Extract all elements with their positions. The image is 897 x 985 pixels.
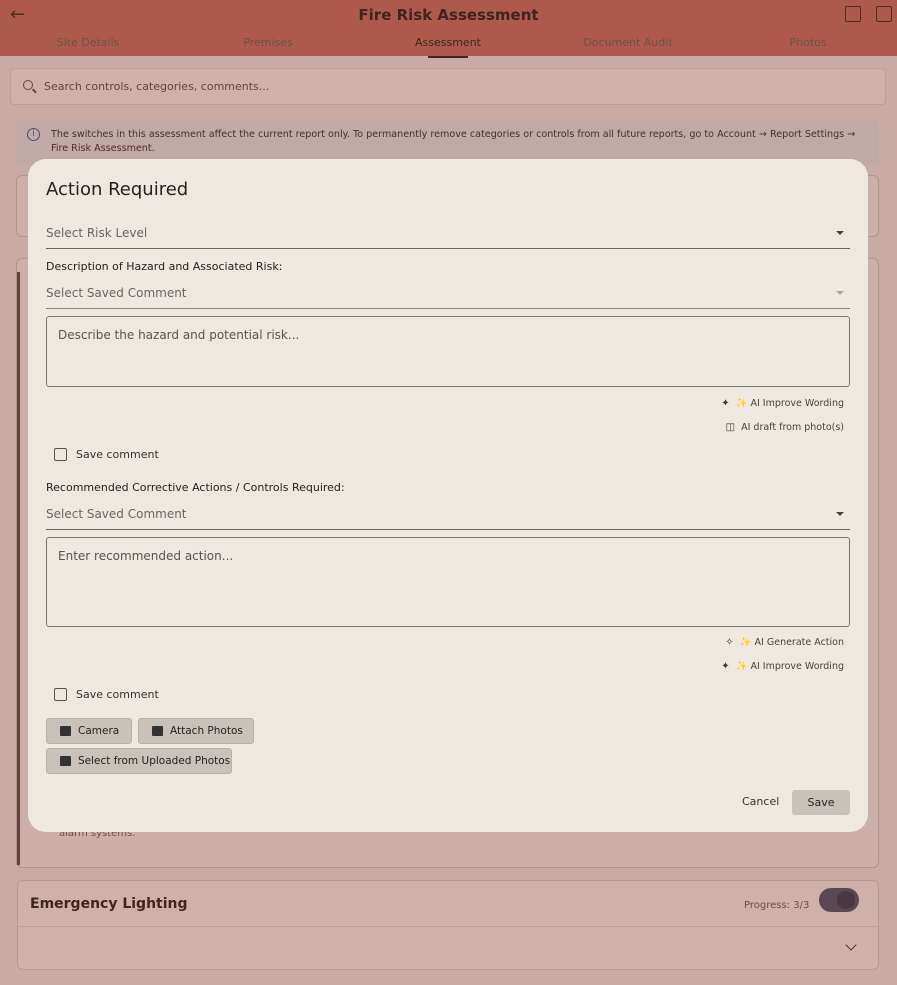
save-button[interactable]: Save: [792, 790, 850, 815]
camera-label: Camera: [78, 725, 120, 737]
hazard-label: Description of Hazard and Associated Ris…: [46, 260, 283, 273]
actions-save-comment-checkbox[interactable]: [54, 688, 67, 701]
photo-library-icon: [152, 726, 163, 736]
image-icon: [60, 756, 71, 766]
ai-generate-label: ✨ AI Generate Action: [739, 637, 844, 648]
sparkle-icon: ✦: [721, 661, 730, 672]
magic-wand-icon: ✧: [725, 637, 734, 648]
hazard-saved-comment-placeholder: Select Saved Comment: [46, 286, 187, 300]
actions-save-comment-label: Save comment: [76, 688, 159, 701]
attach-photos-button[interactable]: Attach Photos: [138, 718, 254, 744]
select-uploaded-photos-button[interactable]: Select from Uploaded Photos: [46, 748, 232, 774]
camera-icon: [60, 726, 71, 736]
dialog-title: Action Required: [46, 179, 189, 200]
hazard-saved-comment-select[interactable]: Select Saved Comment: [46, 277, 850, 309]
dropdown-arrow-icon: [836, 291, 844, 295]
select-uploaded-label: Select from Uploaded Photos: [78, 755, 231, 767]
hazard-textarea-placeholder: Describe the hazard and potential risk..…: [58, 328, 300, 342]
cancel-button[interactable]: Cancel: [742, 795, 779, 808]
ai-improve-wording-button[interactable]: ✦ ✨ AI Improve Wording: [721, 661, 844, 672]
dropdown-arrow-icon: [836, 512, 844, 516]
camera-button[interactable]: Camera: [46, 718, 132, 744]
ai-improve-label: ✨ AI Improve Wording: [735, 661, 844, 672]
risk-level-select[interactable]: Select Risk Level: [46, 217, 850, 249]
actions-saved-comment-placeholder: Select Saved Comment: [46, 507, 187, 521]
action-required-dialog: Action Required Select Risk Level Descri…: [28, 159, 868, 832]
actions-textarea[interactable]: Enter recommended action...: [46, 537, 850, 627]
actions-saved-comment-select[interactable]: Select Saved Comment: [46, 498, 850, 530]
sparkle-icon: ✦: [721, 398, 730, 409]
ai-improve-wording-button[interactable]: ✦ ✨ AI Improve Wording: [721, 398, 844, 409]
hazard-save-comment-checkbox[interactable]: [54, 448, 67, 461]
photo-draft-icon: ◫: [725, 422, 736, 433]
risk-level-placeholder: Select Risk Level: [46, 226, 148, 240]
ai-draft-from-photo-button[interactable]: ◫ AI draft from photo(s): [726, 422, 844, 433]
actions-textarea-placeholder: Enter recommended action...: [58, 549, 234, 563]
dropdown-arrow-icon: [836, 231, 844, 235]
hazard-textarea[interactable]: Describe the hazard and potential risk..…: [46, 316, 850, 387]
hazard-save-comment-label: Save comment: [76, 448, 159, 461]
ai-generate-action-button[interactable]: ✧ ✨ AI Generate Action: [725, 637, 844, 648]
ai-draft-label: AI draft from photo(s): [741, 422, 844, 433]
actions-label: Recommended Corrective Actions / Control…: [46, 481, 345, 494]
attach-photos-label: Attach Photos: [170, 725, 243, 737]
ai-improve-label: ✨ AI Improve Wording: [735, 398, 844, 409]
